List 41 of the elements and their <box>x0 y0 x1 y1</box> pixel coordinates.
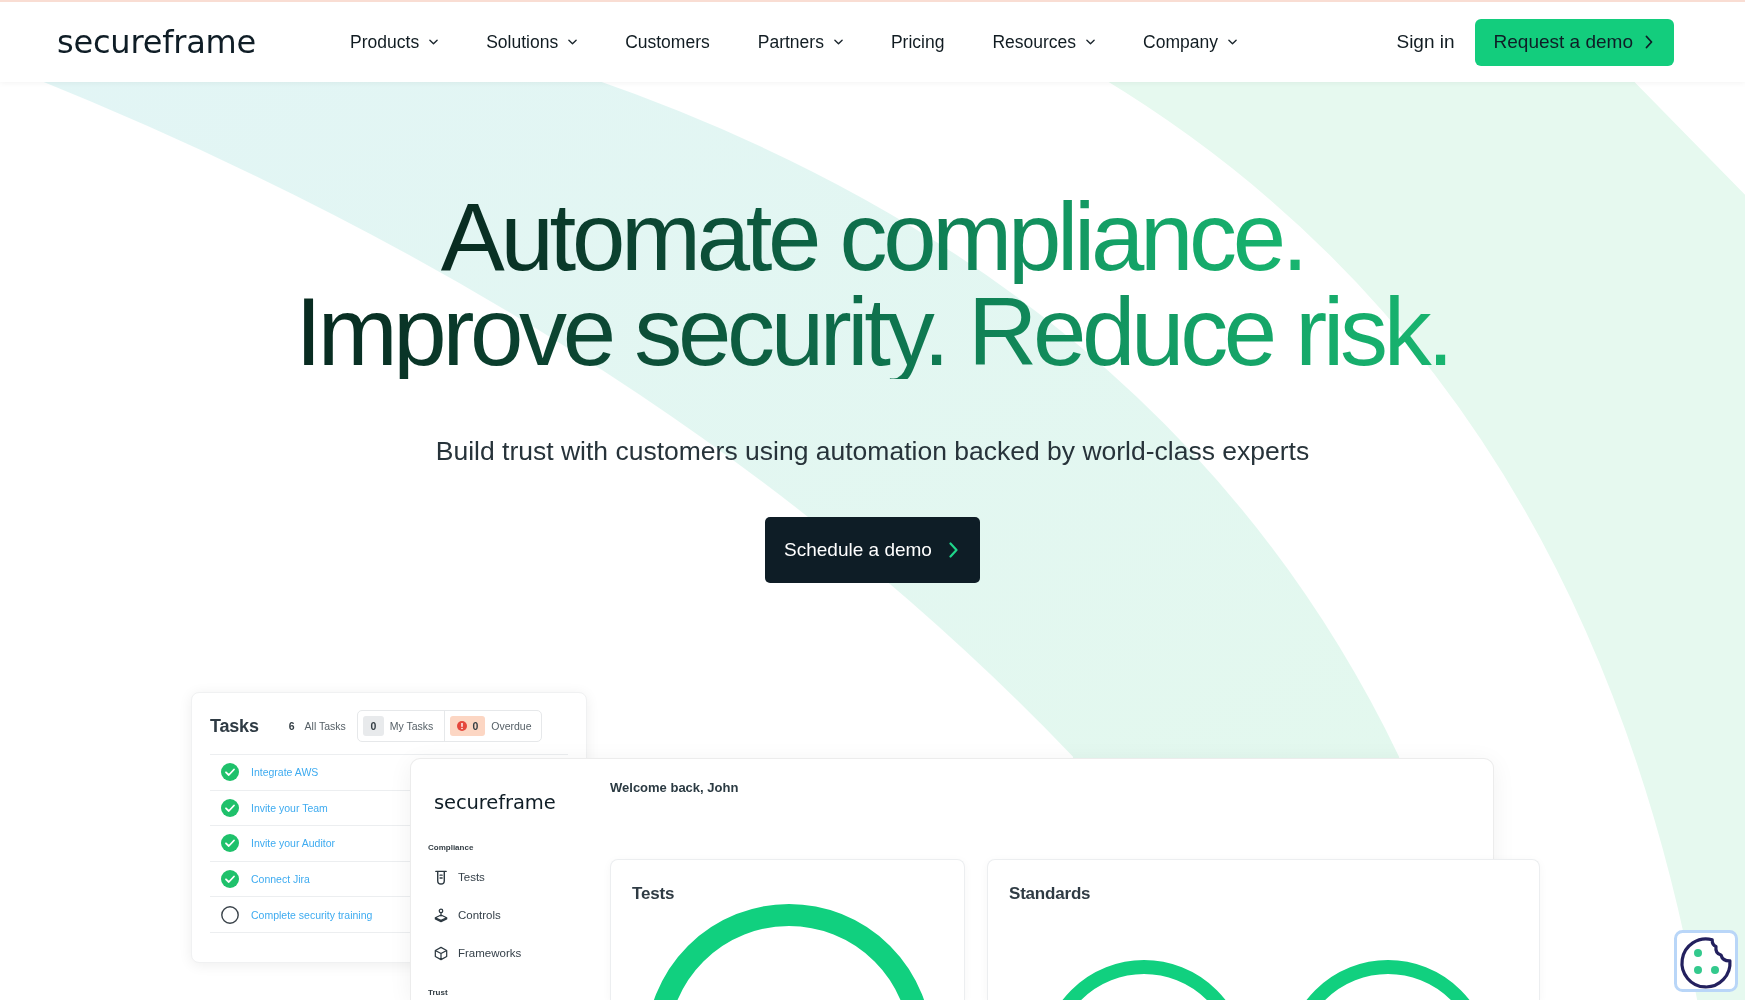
sign-in-link[interactable]: Sign in <box>1396 30 1455 54</box>
welcome-text: Welcome back, John <box>610 779 739 797</box>
schedule-demo-button[interactable]: Schedule a demo <box>765 517 980 583</box>
count-badge: 0 <box>362 716 384 736</box>
caret-icon <box>1227 39 1237 45</box>
filter-label[interactable]: Overdue <box>491 720 532 732</box>
card-title: Standards <box>1009 884 1091 904</box>
nav-link[interactable]: Partners <box>757 31 843 53</box>
card-title: Tests <box>632 884 675 904</box>
alert-icon <box>457 721 468 731</box>
logo[interactable]: secureframe <box>57 23 257 61</box>
empty-circle-icon[interactable] <box>221 905 239 924</box>
task-count: 6 <box>288 720 295 732</box>
logo: secureframe <box>434 791 556 815</box>
request-demo-button[interactable]: Request a demo <box>1474 18 1674 66</box>
caret-icon <box>568 39 578 45</box>
section-heading: Compliance <box>428 842 474 854</box>
joystick-icon <box>434 907 448 923</box>
cookie-icon[interactable] <box>1674 930 1738 992</box>
cube-icon <box>434 945 448 961</box>
chevron-icon <box>948 542 958 558</box>
caret-icon <box>833 39 843 45</box>
filter-label[interactable]: My Tasks <box>389 720 434 732</box>
sidebar-item[interactable]: Tests <box>428 858 485 896</box>
test-tube-icon <box>434 869 448 885</box>
nav-link[interactable]: Customers <box>625 31 710 53</box>
count-text: 0 <box>472 720 479 732</box>
nav-link[interactable]: Resources <box>992 31 1096 53</box>
nav-link[interactable]: Products <box>350 31 439 53</box>
subtitle: Build trust with customers using automation backed by world-class experts <box>434 435 1311 467</box>
sidebar-item[interactable]: Controls <box>428 896 501 934</box>
nav-link[interactable]: Pricing <box>890 31 945 53</box>
tasks-title: Tasks <box>210 715 259 737</box>
filter-label[interactable]: All Tasks <box>304 720 346 732</box>
caret-icon <box>1086 39 1096 45</box>
nav-link[interactable]: Solutions <box>486 31 578 53</box>
sidebar-item[interactable]: Frameworks <box>428 934 522 972</box>
caret-icon <box>429 39 439 45</box>
section-heading: Trust <box>428 987 448 999</box>
nav-link[interactable]: Company <box>1143 31 1237 53</box>
chevron-icon <box>1645 35 1653 49</box>
